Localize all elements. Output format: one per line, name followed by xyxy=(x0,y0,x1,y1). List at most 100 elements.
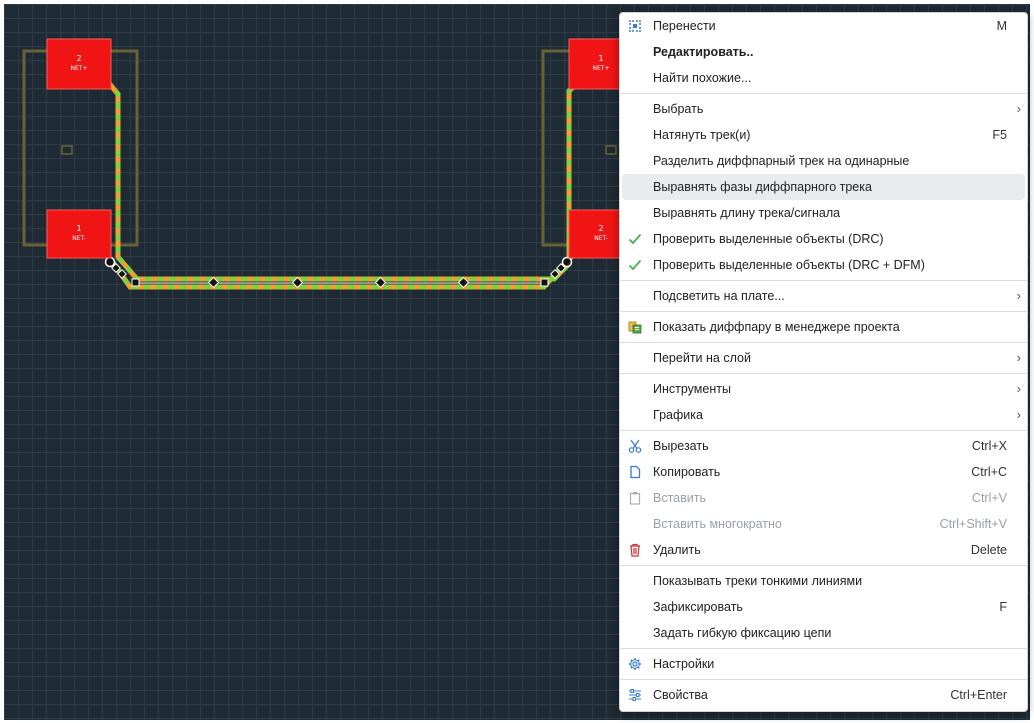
menu-item-align-phase[interactable]: Выравнять фазы диффпарного трека xyxy=(622,174,1025,200)
menu-item-label: Зафиксировать xyxy=(653,600,743,614)
component-marker-right xyxy=(605,145,617,155)
component-marker-left xyxy=(61,145,73,155)
handle-square[interactable] xyxy=(540,278,549,287)
sliders-icon xyxy=(626,686,644,704)
move-icon xyxy=(626,17,644,35)
menu-item-flexible-lock[interactable]: Задать гибкую фиксацию цепи xyxy=(620,620,1027,646)
scissors-icon xyxy=(626,437,644,455)
menu-item-label: Подсветить на плате... xyxy=(653,289,785,303)
menu-item-show-in-project-manager[interactable]: Показать диффпару в менеджере проекта xyxy=(620,314,1027,340)
menu-item-label: Задать гибкую фиксацию цепи xyxy=(653,626,832,640)
chevron-right-icon: › xyxy=(1016,101,1021,116)
menu-separator xyxy=(620,679,1027,680)
menu-item-edit[interactable]: Редактировать.. xyxy=(620,39,1027,65)
menu-item-shortcut: Delete xyxy=(970,543,1007,557)
pad-number: 2 xyxy=(598,224,603,233)
menu-item-highlight-on-board[interactable]: Подсветить на плате... › xyxy=(620,283,1027,309)
diff-pair-trace[interactable] xyxy=(89,77,602,290)
menu-item-label: Проверить выделенные объекты (DRC + DFM) xyxy=(653,258,925,272)
menu-item-label: Перенести xyxy=(653,19,716,33)
handle-circle[interactable] xyxy=(104,256,116,268)
handle-square[interactable] xyxy=(131,278,140,287)
menu-item-drc[interactable]: Проверить выделенные объекты (DRC) xyxy=(620,226,1027,252)
menu-item-shortcut: Ctrl+Enter xyxy=(950,688,1007,702)
menu-item-drc-dfm[interactable]: Проверить выделенные объекты (DRC + DFM) xyxy=(620,252,1027,278)
trace-net-plus-dash xyxy=(106,77,584,282)
menu-item-shortcut: Ctrl+Shift+V xyxy=(939,517,1007,531)
menu-item-shortcut: Ctrl+X xyxy=(971,439,1007,453)
menu-item-label: Проверить выделенные объекты (DRC) xyxy=(653,232,884,246)
menu-item-label: Настройки xyxy=(653,657,715,671)
pad-number: 2 xyxy=(76,54,81,63)
pad-net: NET+ xyxy=(71,65,88,72)
menu-item-thin-tracks[interactable]: Показывать треки тонкими линиями xyxy=(620,568,1027,594)
menu-item-paste[interactable]: Вставить Ctrl+V xyxy=(620,485,1027,511)
menu-separator xyxy=(620,311,1027,312)
menu-separator xyxy=(620,648,1027,649)
menu-separator xyxy=(620,280,1027,281)
menu-item-label: Вырезать xyxy=(653,439,709,453)
menu-item-move[interactable]: Перенести M xyxy=(620,13,1027,39)
pad-body[interactable] xyxy=(46,209,112,259)
trace-net-minus-dash xyxy=(89,251,602,290)
menu-item-label: Разделить диффпарный трек на одинарные xyxy=(653,154,910,168)
chevron-right-icon: › xyxy=(1016,288,1021,303)
menu-separator xyxy=(620,565,1027,566)
copy-icon xyxy=(626,463,644,481)
menu-item-shortcut: Ctrl+C xyxy=(971,465,1007,479)
menu-item-find-similar[interactable]: Найти похожие... xyxy=(620,65,1027,91)
menu-item-split-diffpair[interactable]: Разделить диффпарный трек на одинарные xyxy=(620,148,1027,174)
menu-item-align-length[interactable]: Выравнять длину трека/сигнала xyxy=(620,200,1027,226)
menu-item-label: Копировать xyxy=(653,465,721,479)
handle-circle[interactable] xyxy=(561,256,573,268)
menu-separator xyxy=(620,342,1027,343)
menu-separator xyxy=(620,373,1027,374)
menu-item-label: Выравнять фазы диффпарного трека xyxy=(653,180,872,194)
menu-item-delete[interactable]: Удалить Delete xyxy=(620,537,1027,563)
pad-bottom-left[interactable]: 1 NET- xyxy=(46,209,112,259)
menu-item-lock[interactable]: Зафиксировать F xyxy=(620,594,1027,620)
pad-net: NET- xyxy=(72,235,86,242)
chevron-right-icon: › xyxy=(1016,381,1021,396)
paste-icon xyxy=(626,489,644,507)
menu-item-cut[interactable]: Вырезать Ctrl+X xyxy=(620,433,1027,459)
menu-item-go-to-layer[interactable]: Перейти на слой › xyxy=(620,345,1027,371)
menu-item-label: Графика xyxy=(653,408,703,422)
menu-item-label: Показывать треки тонкими линиями xyxy=(653,574,863,588)
project-manager-icon xyxy=(626,318,644,336)
menu-item-copy[interactable]: Копировать Ctrl+C xyxy=(620,459,1027,485)
menu-item-label: Инструменты xyxy=(653,382,731,396)
menu-item-stretch-track[interactable]: Натянуть трек(и) F5 xyxy=(620,122,1027,148)
menu-item-shortcut: M xyxy=(996,19,1007,33)
pad-net: NET+ xyxy=(593,65,610,72)
checkmark-icon xyxy=(626,230,644,248)
menu-item-label: Свойства xyxy=(653,688,708,702)
context-menu: Перенести M Редактировать.. Найти похожи… xyxy=(619,12,1028,712)
pad-number: 1 xyxy=(598,54,603,63)
menu-item-label: Редактировать.. xyxy=(653,45,754,59)
checkmark-icon xyxy=(626,256,644,274)
pad-net: NET- xyxy=(594,235,608,242)
pad-top-left[interactable]: 2 NET+ xyxy=(46,38,112,90)
menu-item-label: Выравнять длину трека/сигнала xyxy=(653,206,841,220)
menu-item-label: Удалить xyxy=(653,543,701,557)
menu-item-label: Вставить xyxy=(653,491,706,505)
menu-item-settings[interactable]: Настройки xyxy=(620,651,1027,677)
menu-item-label: Найти похожие... xyxy=(653,71,752,85)
menu-item-properties[interactable]: Свойства Ctrl+Enter xyxy=(620,682,1027,708)
menu-item-label: Вставить многократно xyxy=(653,517,782,531)
trace-net-plus-base[interactable] xyxy=(106,77,584,282)
menu-item-paste-multiple[interactable]: Вставить многократно Ctrl+Shift+V xyxy=(620,511,1027,537)
menu-item-label: Перейти на слой xyxy=(653,351,751,365)
menu-item-shortcut: F xyxy=(999,600,1007,614)
menu-item-label: Натянуть трек(и) xyxy=(653,128,751,142)
menu-item-graphics[interactable]: Графика › xyxy=(620,402,1027,428)
pad-body[interactable] xyxy=(46,38,112,90)
menu-item-shortcut: F5 xyxy=(992,128,1007,142)
gear-icon xyxy=(626,655,644,673)
menu-item-tools[interactable]: Инструменты › xyxy=(620,376,1027,402)
trace-net-minus-base[interactable] xyxy=(89,251,602,290)
menu-item-shortcut: Ctrl+V xyxy=(971,491,1007,505)
menu-item-label: Показать диффпару в менеджере проекта xyxy=(653,320,900,334)
menu-item-select[interactable]: Выбрать › xyxy=(620,96,1027,122)
